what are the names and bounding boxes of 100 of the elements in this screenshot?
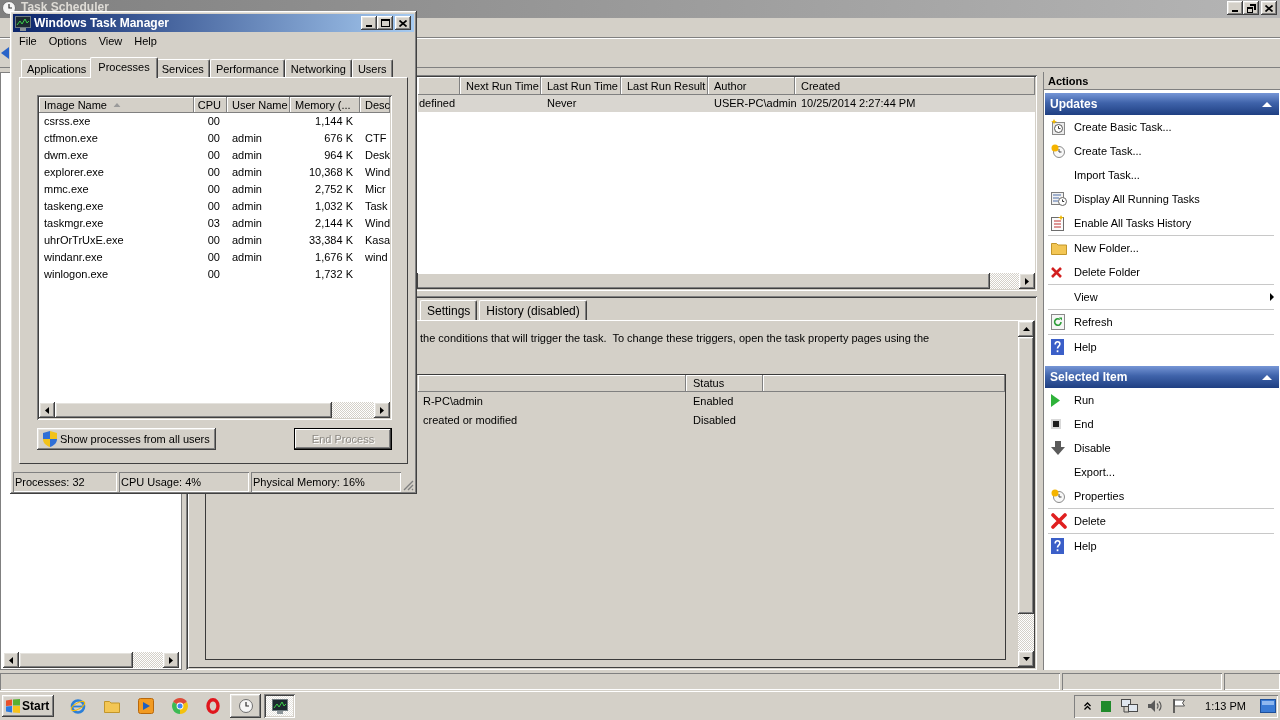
restore-button[interactable] <box>1243 1 1259 15</box>
tab[interactable]: Services <box>155 59 210 77</box>
table-cell-text: uhrOrTrUxE.exe <box>43 233 125 248</box>
menu-item[interactable]: File <box>13 33 43 50</box>
column-header[interactable]: Desc <box>360 97 390 113</box>
action-item[interactable]: End <box>1048 412 1274 436</box>
menu-item[interactable]: Options <box>42 33 93 50</box>
network-icon[interactable] <box>1121 699 1139 713</box>
column-header[interactable]: Status <box>686 375 763 392</box>
tab[interactable]: Applications <box>21 59 93 77</box>
help-icon <box>1051 339 1064 355</box>
action-item[interactable]: Delete <box>1048 509 1274 533</box>
status-text: Physical Memory: 16% <box>251 472 401 492</box>
taskbar-window-button[interactable] <box>264 694 295 718</box>
scrollbar-thumb[interactable] <box>19 652 133 668</box>
table-cell-text: 1,032 K <box>314 199 354 214</box>
down-arrow-icon <box>1051 441 1065 455</box>
tab[interactable]: Users <box>351 59 393 77</box>
action-item[interactable]: Enable All Tasks History <box>1048 211 1274 235</box>
flag-icon[interactable] <box>1173 699 1186 713</box>
maximize-button[interactable] <box>377 16 393 30</box>
action-item[interactable]: Run <box>1048 388 1274 412</box>
action-item[interactable]: Refresh <box>1048 310 1274 334</box>
close-button[interactable] <box>1261 1 1277 15</box>
round-logo-icon[interactable] <box>172 698 188 714</box>
clock-icon <box>238 699 253 713</box>
action-item[interactable]: Export... <box>1048 460 1274 484</box>
table-cell-text: Enabled <box>692 394 735 409</box>
column-header[interactable] <box>418 375 686 392</box>
size-grip-icon[interactable] <box>403 480 414 491</box>
action-item[interactable]: New Folder... <box>1048 236 1274 260</box>
menu-item[interactable]: Help <box>128 33 163 50</box>
column-header[interactable]: Created <box>795 77 1035 95</box>
tab[interactable]: Networking <box>284 59 352 77</box>
table-cell-text: admin <box>231 250 263 265</box>
ring-icon[interactable] <box>206 698 220 714</box>
table-cell-text: 00 <box>206 199 221 214</box>
submenu-arrow-icon <box>1270 293 1274 301</box>
action-item[interactable]: Import Task... <box>1048 163 1274 187</box>
left-arrow-icon <box>45 406 49 414</box>
start-button[interactable]: Start <box>2 695 54 717</box>
right-arrow-icon <box>380 406 384 414</box>
clock-time[interactable]: 1:13 PM <box>1205 700 1246 712</box>
scroll-right-button[interactable] <box>374 402 390 418</box>
scroll-down-button[interactable] <box>1018 651 1034 667</box>
column-header[interactable]: Last Run Result <box>621 77 708 95</box>
column-header[interactable]: Author <box>708 77 795 95</box>
minimize-button[interactable] <box>1227 1 1243 15</box>
column-header[interactable]: Memory (... <box>290 97 360 113</box>
scrollbar-thumb[interactable] <box>418 273 990 289</box>
minimize-button[interactable] <box>361 16 377 30</box>
column-header[interactable]: Last Run Time <box>541 77 621 95</box>
speaker-icon[interactable] <box>1148 700 1164 712</box>
right-arrow-icon <box>169 656 173 664</box>
column-header[interactable]: CPU <box>194 97 227 113</box>
chevron-up-icon[interactable] <box>1084 702 1092 710</box>
status-text: CPU Usage: 4% <box>119 472 249 492</box>
action-item[interactable]: Help <box>1048 335 1274 359</box>
column-header[interactable]: User Name <box>227 97 290 113</box>
action-item[interactable]: Disable <box>1048 436 1274 460</box>
section-header[interactable]: Updates <box>1045 93 1279 115</box>
column-header[interactable] <box>418 77 460 95</box>
table-cell-text: Micr <box>364 182 387 197</box>
action-item[interactable]: View <box>1048 285 1274 309</box>
table-cell-text: windanr.exe <box>43 250 104 265</box>
show-all-processes-button[interactable]: Show processes from all users <box>37 428 216 450</box>
show-desktop-icon[interactable] <box>1260 699 1276 713</box>
table-row[interactable]: defined Never USER-PC\admin 10/25/2014 2:27:44 PM <box>418 95 1035 112</box>
tab[interactable]: Settings <box>420 300 478 320</box>
taskbar-window-button[interactable] <box>230 694 261 718</box>
scrollbar-thumb[interactable] <box>1018 337 1034 614</box>
pane-title: Actions <box>1044 72 1280 90</box>
action-item[interactable]: Delete Folder <box>1048 260 1274 284</box>
scroll-up-button[interactable] <box>1018 321 1034 337</box>
action-item[interactable]: Create Task... <box>1048 139 1274 163</box>
help-icon <box>1051 538 1064 554</box>
scroll-right-button[interactable] <box>1019 273 1035 289</box>
action-item[interactable]: Display All Running Tasks <box>1048 187 1274 211</box>
back-arrow-icon[interactable] <box>1 47 9 59</box>
action-item[interactable]: Create Basic Task... <box>1048 115 1274 139</box>
play-icon <box>1051 393 1060 407</box>
scrollbar-thumb[interactable] <box>55 402 332 418</box>
table-cell-text: admin <box>231 131 263 146</box>
section-header[interactable]: Selected Item <box>1045 366 1279 388</box>
scroll-left-button[interactable] <box>39 402 55 418</box>
action-item[interactable]: Properties <box>1048 484 1274 508</box>
column-header[interactable]: Image Name <box>39 97 194 113</box>
scroll-right-button[interactable] <box>163 652 179 668</box>
column-header[interactable]: Next Run Time <box>460 77 541 95</box>
tab[interactable]: History (disabled) <box>479 300 587 320</box>
tab[interactable]: Processes <box>90 57 158 78</box>
status-square-icon[interactable] <box>1101 700 1112 712</box>
browser-icon[interactable] <box>70 698 86 714</box>
column-header[interactable] <box>763 375 1005 392</box>
tab[interactable]: Performance <box>209 59 285 77</box>
action-item[interactable]: Help <box>1048 534 1274 558</box>
media-player-icon[interactable] <box>138 698 154 714</box>
scroll-left-button[interactable] <box>3 652 19 668</box>
close-button[interactable] <box>395 16 411 30</box>
menu-item[interactable]: View <box>92 33 129 50</box>
